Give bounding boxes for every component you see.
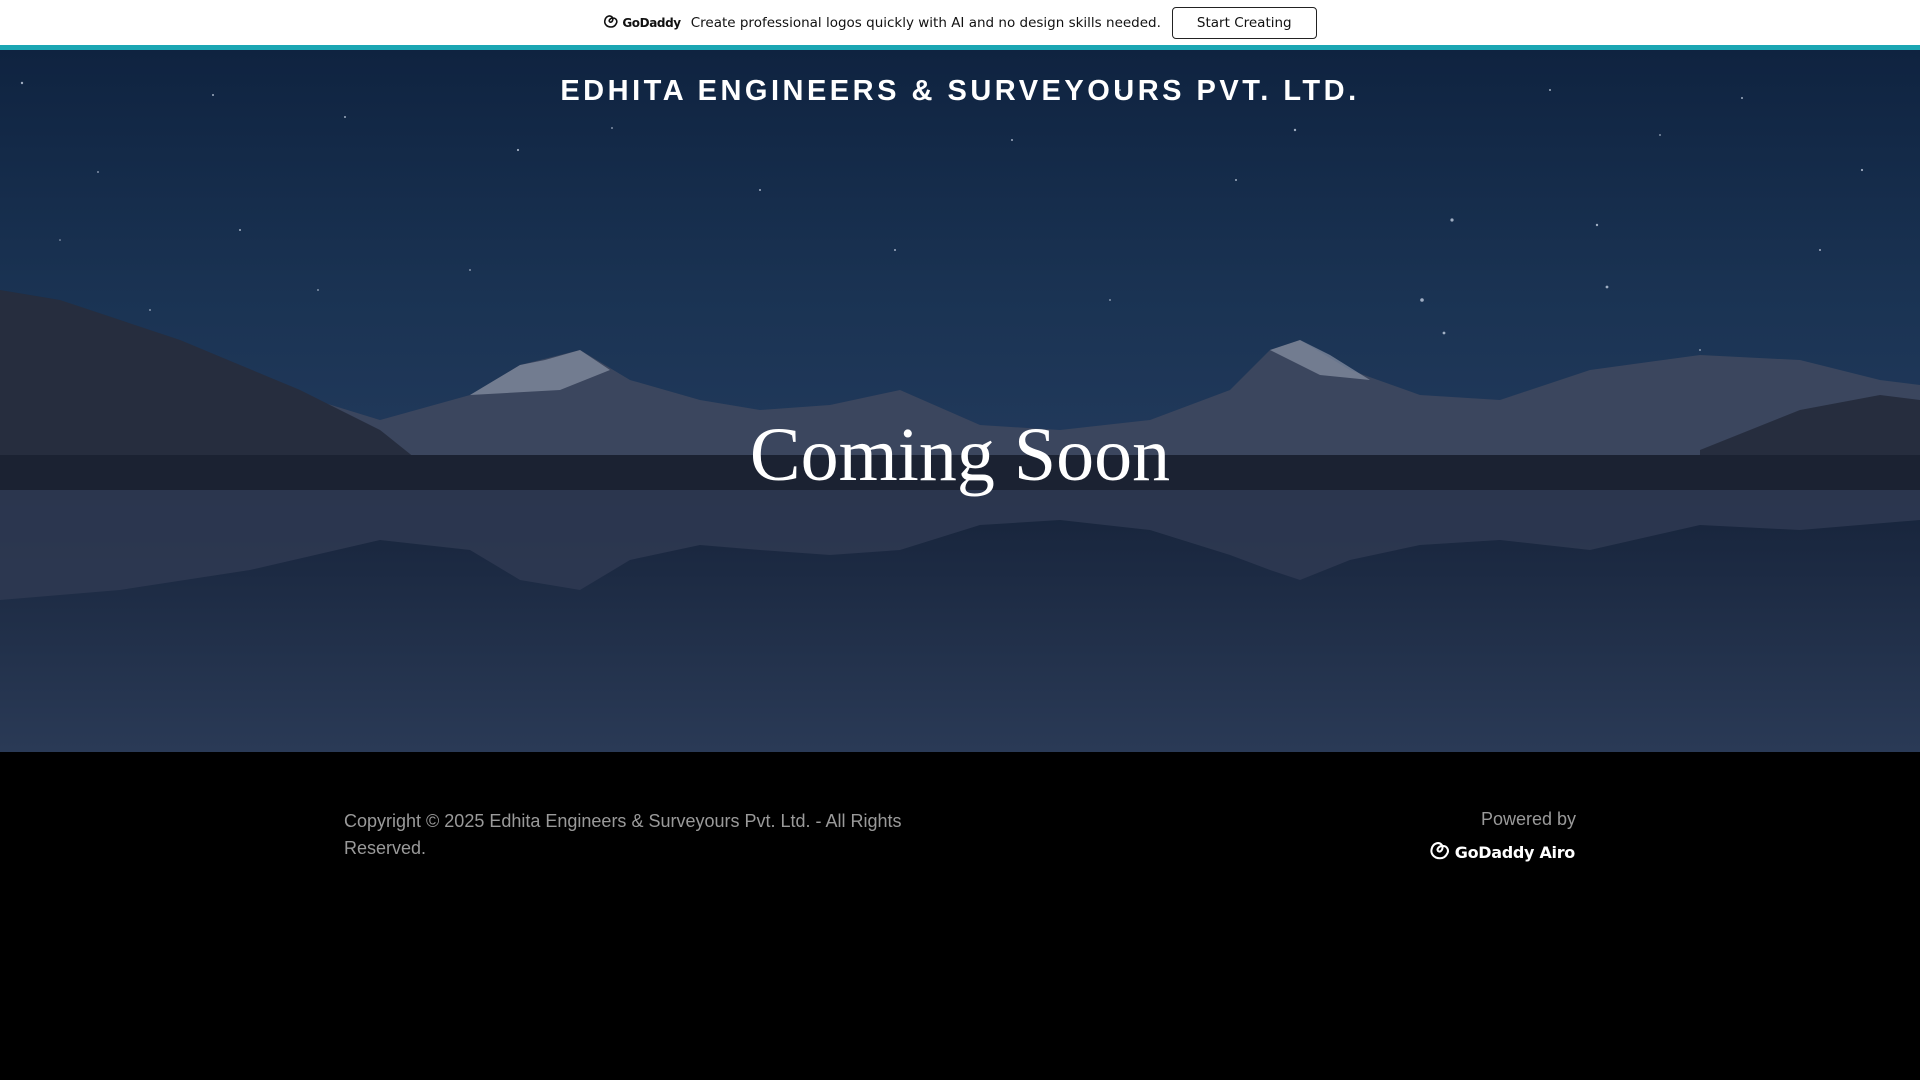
start-creating-button[interactable]: Start Creating bbox=[1171, 6, 1317, 39]
footer: Copyright © 2025 Edhita Engineers & Surv… bbox=[0, 752, 1920, 1080]
promo-message: Create professional logos quickly with A… bbox=[690, 14, 1161, 31]
godaddy-brand-text: GoDaddy bbox=[622, 15, 681, 30]
godaddy-logo: GoDaddy bbox=[603, 14, 681, 31]
godaddy-airo-icon bbox=[1429, 840, 1451, 864]
promo-banner: GoDaddy Create professional logos quickl… bbox=[0, 0, 1920, 45]
copyright-text: Copyright © 2025 Edhita Engineers & Surv… bbox=[344, 811, 902, 858]
coming-soon-heading: Coming Soon bbox=[749, 413, 1171, 497]
night-mountain-lake-image bbox=[0, 50, 1920, 752]
powered-by-label: Powered by bbox=[1480, 809, 1576, 829]
godaddy-airo-link[interactable]: GoDaddy Airo bbox=[1429, 840, 1575, 864]
godaddy-logo-icon bbox=[603, 14, 619, 31]
site-title: EDHITA ENGINEERS & SURVEYOURS PVT. LTD. bbox=[560, 75, 1360, 107]
hero-section: EDHITA ENGINEERS & SURVEYOURS PVT. LTD. … bbox=[0, 50, 1920, 752]
godaddy-airo-text: GoDaddy Airo bbox=[1454, 842, 1576, 862]
